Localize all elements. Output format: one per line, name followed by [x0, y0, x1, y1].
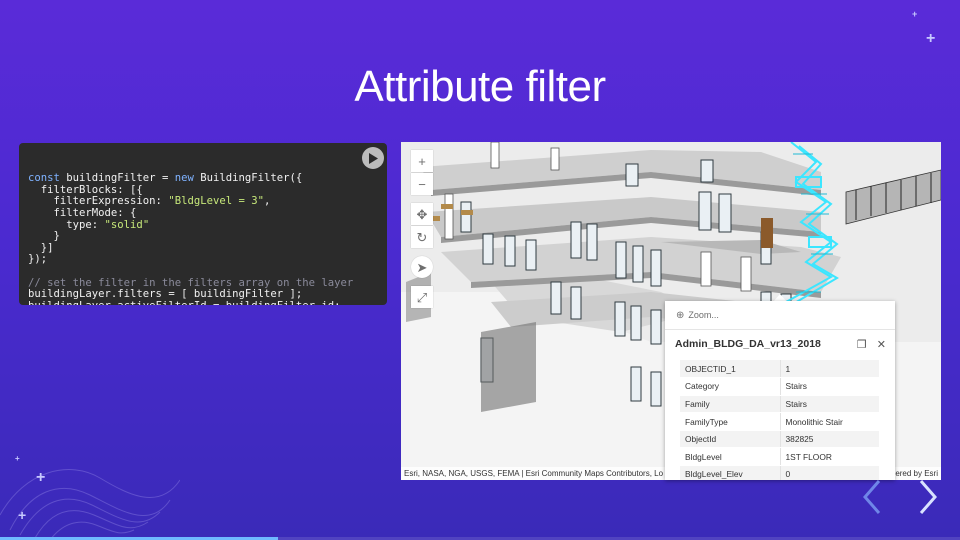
- code-token: "BldgLevel = 3": [168, 195, 264, 208]
- code-panel[interactable]: const buildingFilter = new BuildingFilte…: [19, 143, 387, 305]
- code-token: // set the filter in the filters array o…: [28, 276, 354, 289]
- attribute-row: BldgLevel_Elev 0: [680, 465, 879, 480]
- code-token: buildingLayer.filters = [ buildingFilter…: [28, 288, 303, 301]
- code-token: buildingLayer.activeFilterId = buildingF…: [28, 300, 341, 305]
- code-line: buildingLayer.activeFilterId = buildingF…: [28, 300, 378, 305]
- code-token: "solid": [104, 218, 150, 231]
- compass-icon: ➤: [416, 259, 428, 275]
- attribute-row: Category Stairs: [680, 377, 879, 396]
- pan-button[interactable]: ✥: [411, 203, 433, 225]
- chevron-left-icon: [863, 480, 881, 514]
- code-token: ,: [264, 195, 271, 208]
- zoom-in-button[interactable]: +: [411, 150, 433, 172]
- code-token: }: [28, 230, 60, 243]
- attribute-row: OBJECTID_1 1: [680, 360, 879, 379]
- attribute-row: ObjectId 382825: [680, 430, 879, 449]
- minus-icon: −: [418, 176, 426, 192]
- rotate-icon: ↻: [416, 229, 428, 245]
- code-token: filterMode: {: [28, 206, 137, 219]
- attribute-value: 1ST FLOOR: [780, 447, 879, 467]
- attribute-name: OBJECTID_1: [680, 360, 781, 379]
- fullscreen-icon: ⤢: [416, 289, 428, 305]
- feature-popup[interactable]: ⊕ Zoom... Admin_BLDG_DA_vr13_2018 ❐ ✕ OB…: [665, 301, 895, 480]
- code-token: }]: [28, 241, 54, 254]
- zoom-to-action[interactable]: ⊕ Zoom...: [665, 301, 895, 330]
- attribute-name: FamilyType: [680, 412, 781, 431]
- pan-icon: ✥: [416, 206, 428, 222]
- rotate-button[interactable]: ↻: [411, 226, 433, 248]
- attribute-name: BldgLevel_Elev: [680, 465, 781, 480]
- attribute-name: ObjectId: [680, 430, 781, 449]
- attribute-value: Stairs: [780, 377, 879, 396]
- topography-decoration: [0, 469, 180, 540]
- code-token: filterBlocks: [{: [28, 183, 143, 196]
- attribute-value: Stairs: [780, 395, 879, 414]
- play-icon: [369, 152, 378, 164]
- code-line: }]: [28, 241, 378, 255]
- attribute-value: Monolithic Stair: [780, 412, 879, 431]
- code-token: BuildingFilter({: [193, 172, 303, 185]
- code-token: type:: [28, 218, 105, 231]
- attribution-text: Esri, NASA, NGA, USGS, FEMA | Esri Commu…: [404, 469, 664, 478]
- zoom-icon: ⊕: [676, 309, 685, 321]
- dock-icon[interactable]: ❐: [857, 338, 867, 351]
- code-line: }: [28, 230, 378, 243]
- code-block[interactable]: const buildingFilter = new BuildingFilte…: [28, 172, 378, 305]
- code-line: });: [28, 254, 378, 266]
- code-line: type: "solid": [28, 218, 378, 232]
- code-token: buildingFilter =: [59, 172, 175, 185]
- close-icon[interactable]: ✕: [877, 338, 886, 351]
- attribute-table: OBJECTID_1 1 Category Stairs Family Stairs Fam…: [680, 360, 879, 480]
- compass-button[interactable]: ➤: [411, 256, 433, 278]
- sparkle-icon: +: [912, 9, 918, 19]
- popup-header: Admin_BLDG_DA_vr13_2018 ❐ ✕: [665, 330, 895, 358]
- popup-body: OBJECTID_1 1 Category Stairs Family Stairs Fam…: [665, 358, 895, 480]
- attribute-row: Family Stairs: [680, 395, 879, 414]
- slide-title: Attribute filter: [354, 62, 606, 111]
- code-token: new: [174, 172, 194, 185]
- next-slide-button[interactable]: [916, 478, 940, 516]
- attribute-name: Category: [680, 377, 781, 396]
- chevron-right-icon: [919, 480, 937, 514]
- popup-title: Admin_BLDG_DA_vr13_2018: [675, 338, 821, 350]
- map-toolbar: + − ✥ ↻ ➤ ⤢: [411, 150, 433, 309]
- sparkle-icon: +: [926, 30, 936, 47]
- zoom-label: Zoom...: [688, 310, 719, 320]
- run-code-button[interactable]: [362, 147, 384, 169]
- code-token: filterExpression:: [28, 195, 169, 208]
- plus-icon: +: [418, 153, 426, 169]
- attribute-row: FamilyType Monolithic Stair: [680, 412, 879, 431]
- previous-slide-button[interactable]: [860, 478, 884, 516]
- attribute-value: 382825: [780, 430, 879, 449]
- code-token: });: [28, 253, 48, 266]
- code-token: const: [28, 172, 60, 185]
- attribute-name: Family: [680, 395, 781, 414]
- zoom-out-button[interactable]: −: [411, 173, 433, 195]
- attribute-name: BldgLevel: [680, 447, 781, 467]
- popup-actions: ❐ ✕: [857, 338, 886, 351]
- attribute-value: 1: [780, 360, 879, 379]
- fullscreen-button[interactable]: ⤢: [411, 286, 433, 308]
- attribute-row: BldgLevel 1ST FLOOR: [680, 447, 879, 467]
